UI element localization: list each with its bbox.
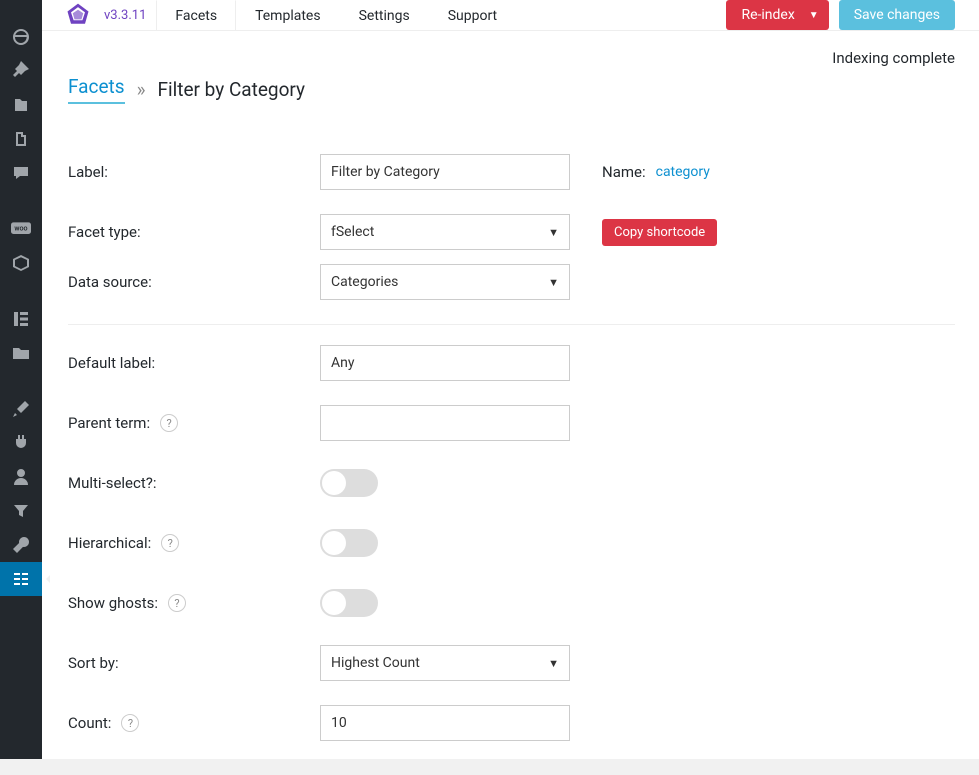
copy-shortcode-button[interactable]: Copy shortcode — [602, 219, 717, 246]
row-label: Label: Name: category — [68, 144, 955, 200]
caret-down-icon: ▼ — [548, 657, 559, 670]
version-label: v3.3.11 — [104, 8, 146, 23]
label-input[interactable] — [320, 154, 570, 190]
breadcrumb-current: Filter by Category — [157, 78, 305, 101]
data-source-value: Categories — [331, 274, 398, 290]
sort-by-value: Highest Count — [331, 655, 420, 671]
facet-form: Label: Name: category Facet type: fSelec… — [68, 126, 955, 751]
data-source-label: Data source: — [68, 273, 320, 291]
hierarchical-toggle[interactable] — [320, 529, 378, 557]
topbar: v3.3.11 Facets Templates Settings Suppor… — [42, 0, 979, 31]
folder-icon[interactable] — [0, 336, 42, 370]
users-icon[interactable] — [0, 460, 42, 494]
facet-type-label: Facet type: — [68, 223, 320, 241]
facetwp-logo-icon — [64, 1, 92, 29]
default-label-label: Default label: — [68, 354, 320, 372]
sort-by-select[interactable]: Highest Count ▼ — [320, 645, 570, 681]
elementor-icon[interactable] — [0, 302, 42, 336]
indexing-status: Indexing complete — [42, 31, 979, 67]
content: Facets » Filter by Category Label: Name:… — [42, 67, 979, 775]
row-count: Count: ? — [68, 695, 955, 751]
show-ghosts-label: Show ghosts: — [68, 594, 158, 612]
data-source-select[interactable]: Categories ▼ — [320, 264, 570, 300]
tools-icon[interactable] — [0, 528, 42, 562]
row-show-ghosts: Show ghosts: ? — [68, 575, 955, 631]
save-button[interactable]: Save changes — [839, 0, 955, 30]
plugins-icon[interactable] — [0, 426, 42, 460]
row-facet-type: Facet type: fSelect ▼ Copy shortcode — [68, 204, 955, 260]
comments-icon[interactable] — [0, 156, 42, 190]
row-data-source: Data source: Categories ▼ — [68, 264, 955, 325]
top-actions: Re-index ▼ Save changes — [726, 0, 955, 30]
breadcrumb-sep: » — [137, 78, 146, 101]
caret-down-icon: ▼ — [809, 10, 819, 21]
help-icon[interactable]: ? — [160, 414, 178, 432]
appearance-icon[interactable] — [0, 392, 42, 426]
count-label: Count: — [68, 714, 111, 732]
row-default-label: Default label: — [68, 335, 955, 391]
row-sort-by: Sort by: Highest Count ▼ — [68, 635, 955, 691]
tab-bar: Facets Templates Settings Support — [156, 0, 516, 30]
chevron-down-icon: ▼ — [548, 276, 559, 289]
tab-settings[interactable]: Settings — [340, 0, 429, 30]
pin-icon[interactable] — [0, 54, 42, 88]
multi-select-toggle[interactable] — [320, 469, 378, 497]
facet-type-value: fSelect — [331, 224, 374, 240]
parent-term-label: Parent term: — [68, 414, 150, 432]
facetwp-menu-icon[interactable] — [0, 562, 42, 596]
wp-admin-sidebar: WOO — [0, 0, 42, 759]
label-label: Label: — [68, 163, 320, 181]
facet-type-select[interactable]: fSelect ▼ — [320, 214, 570, 250]
filter-icon[interactable] — [0, 494, 42, 528]
sort-by-label: Sort by: — [68, 654, 320, 672]
row-parent-term: Parent term: ? — [68, 395, 955, 451]
name-link[interactable]: category — [656, 164, 710, 180]
breadcrumb: Facets » Filter by Category — [68, 67, 955, 126]
media-icon[interactable] — [0, 88, 42, 122]
show-ghosts-toggle[interactable] — [320, 589, 378, 617]
caret-down-icon: ▼ — [548, 226, 559, 239]
products-icon[interactable] — [0, 246, 42, 280]
help-icon[interactable]: ? — [121, 714, 139, 732]
row-multi-select: Multi-select?: — [68, 455, 955, 511]
dashboard-icon[interactable] — [0, 20, 42, 54]
reindex-button[interactable]: Re-index ▼ — [726, 0, 828, 30]
name-title: Name: — [602, 163, 646, 181]
tab-support[interactable]: Support — [429, 0, 516, 30]
count-input[interactable] — [320, 705, 570, 741]
reindex-label: Re-index — [741, 7, 794, 23]
tab-templates[interactable]: Templates — [236, 0, 340, 30]
row-hierarchical: Hierarchical: ? — [68, 515, 955, 571]
woo-icon[interactable]: WOO — [0, 212, 42, 246]
svg-text:WOO: WOO — [14, 227, 27, 233]
default-label-input[interactable] — [320, 345, 570, 381]
hierarchical-label: Hierarchical: — [68, 534, 151, 552]
tab-facets[interactable]: Facets — [156, 0, 236, 30]
main-panel: v3.3.11 Facets Templates Settings Suppor… — [42, 0, 979, 759]
breadcrumb-root[interactable]: Facets — [68, 75, 125, 104]
help-icon[interactable]: ? — [168, 594, 186, 612]
multi-select-label: Multi-select?: — [68, 474, 320, 492]
pages-icon[interactable] — [0, 122, 42, 156]
help-icon[interactable]: ? — [161, 534, 179, 552]
parent-term-input[interactable] — [320, 405, 570, 441]
